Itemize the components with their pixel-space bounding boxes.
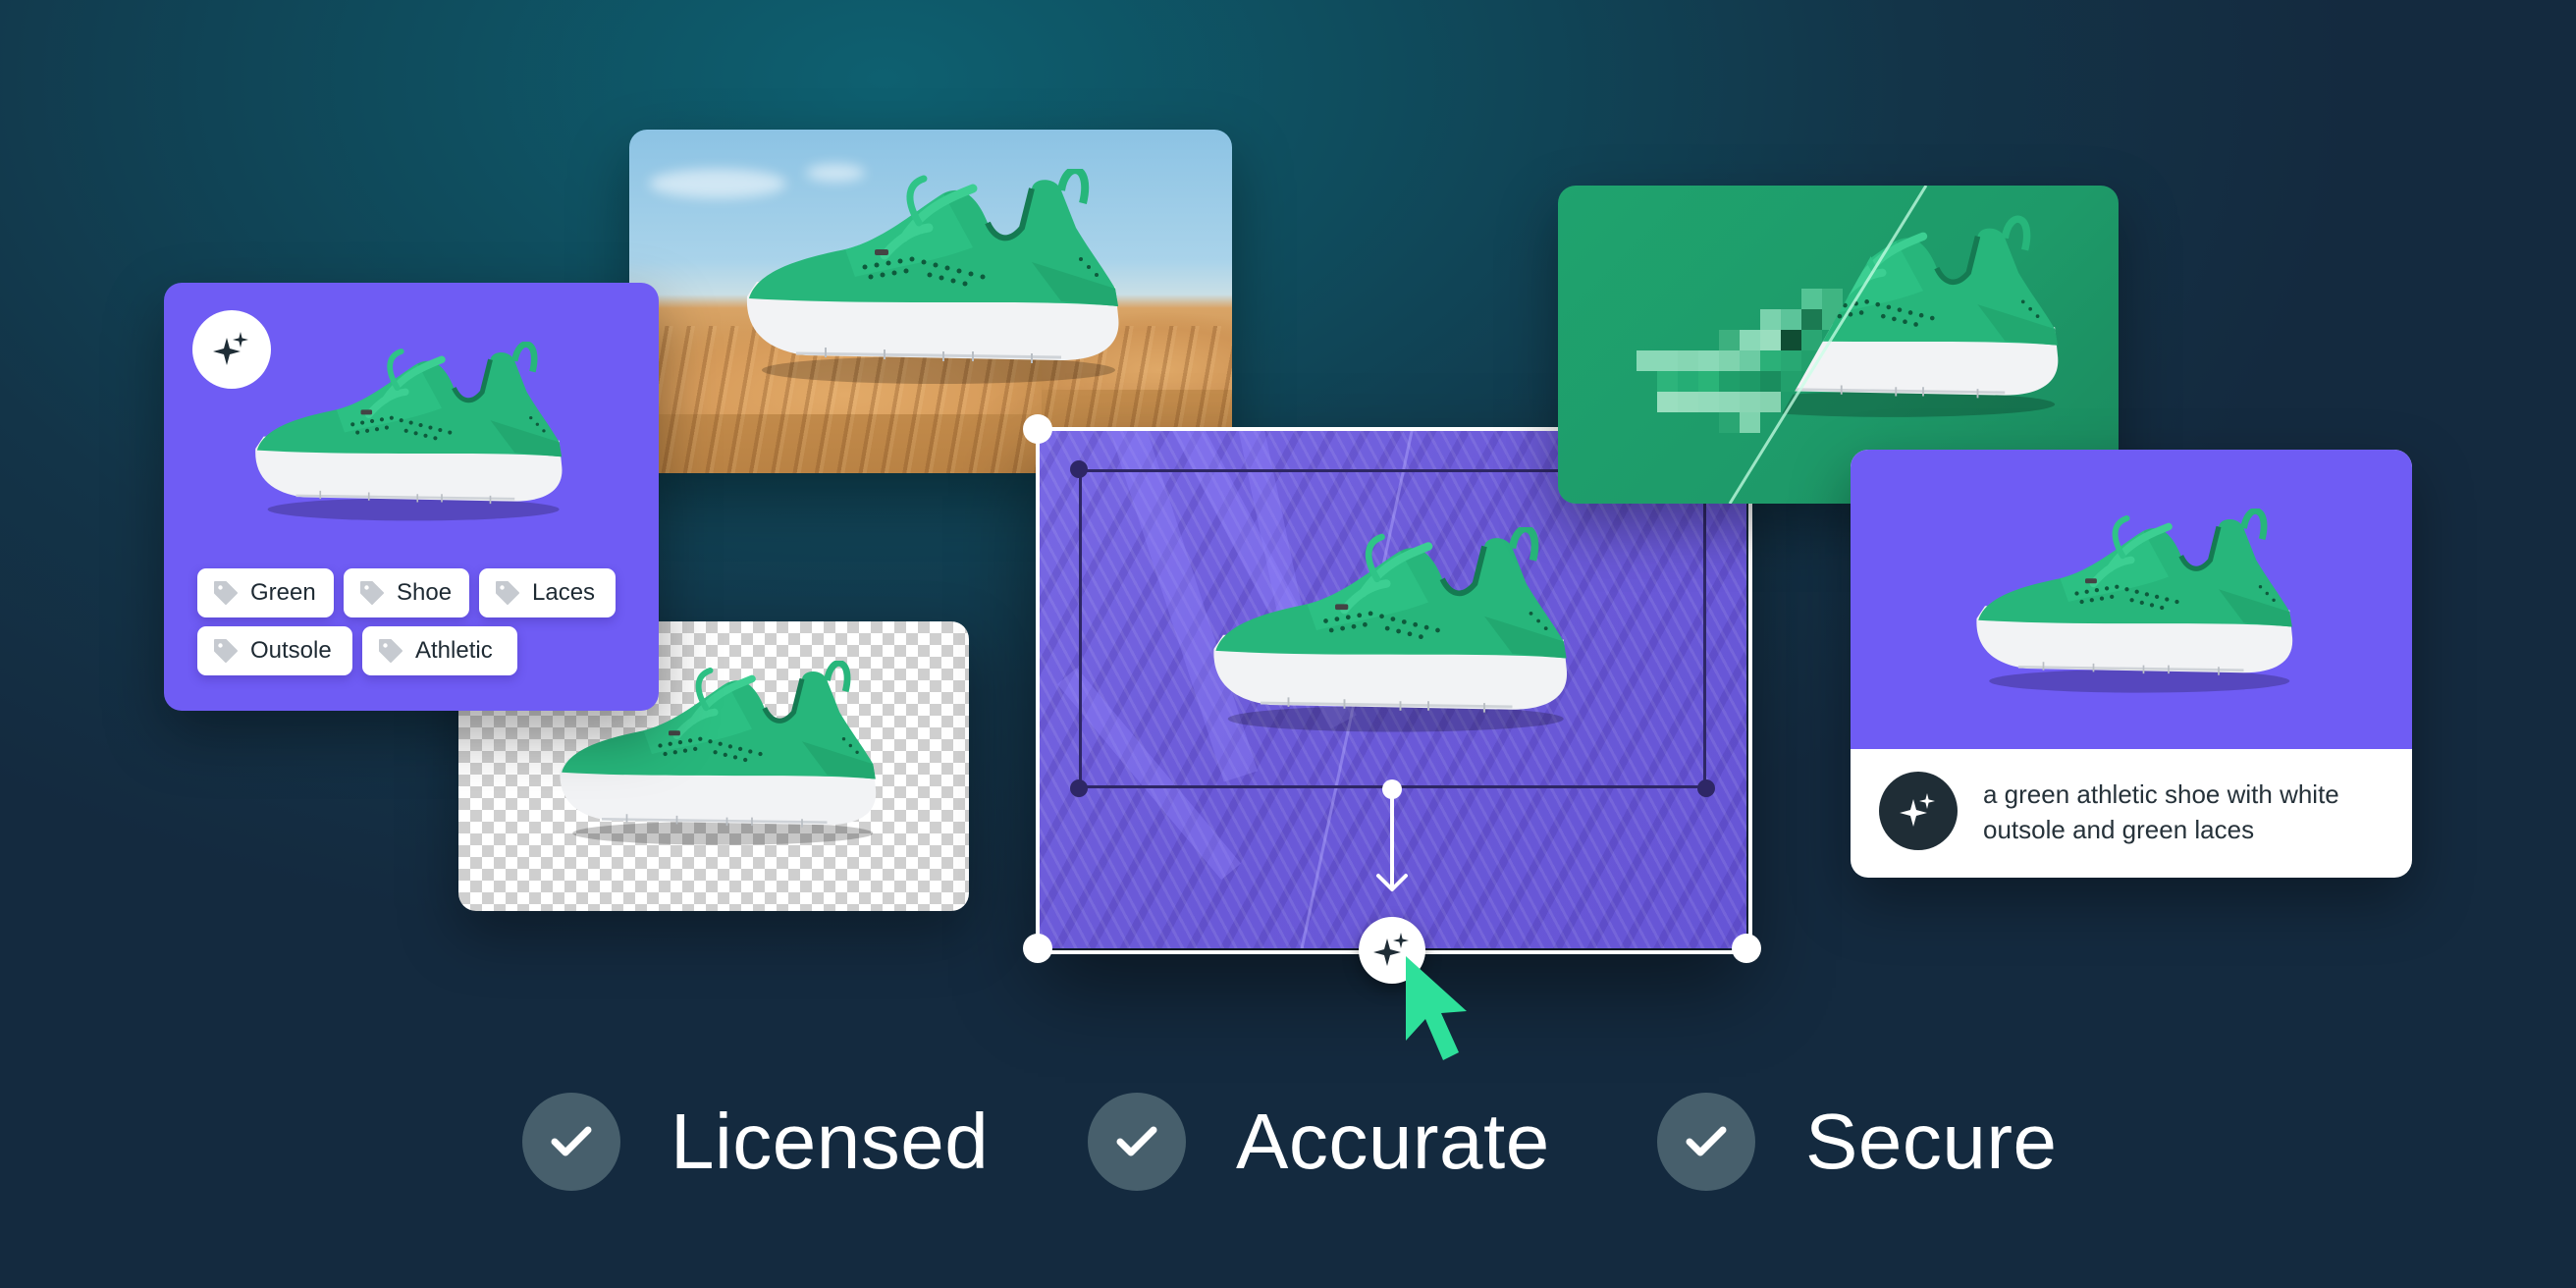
- tag-label: Athletic: [415, 637, 493, 664]
- caption-image-area: [1851, 450, 2412, 749]
- tag-icon: [378, 638, 403, 664]
- generated-caption: a green athletic shoe with white outsole…: [1983, 779, 2339, 844]
- sparkle-icon: [1879, 772, 1958, 850]
- check-icon: [1657, 1093, 1755, 1191]
- tag-icon: [213, 638, 239, 664]
- resize-handle-bottom-right[interactable]: [1732, 934, 1761, 963]
- tag-chip-green[interactable]: Green: [197, 568, 334, 617]
- check-icon: [522, 1093, 620, 1191]
- feature-label: Secure: [1805, 1098, 2058, 1185]
- tag-label: Outsole: [250, 637, 332, 664]
- tag-label: Shoe: [397, 579, 453, 606]
- resize-handle-bottom-left[interactable]: [1023, 934, 1052, 963]
- tag-chip-athletic[interactable]: Athletic: [362, 626, 517, 675]
- resize-handle-top-left[interactable]: [1023, 414, 1052, 444]
- feature-accurate: Accurate: [1088, 1093, 1550, 1191]
- arrow-down-icon: [1376, 795, 1408, 891]
- tag-icon: [495, 580, 520, 606]
- tag-label: Laces: [532, 579, 596, 606]
- tag-icon: [213, 580, 239, 606]
- crop-corner-handle[interactable]: [1697, 779, 1715, 797]
- auto-tag-card: Green Shoe Laces Outsole Athletic: [164, 283, 659, 711]
- shoe-image: [1968, 509, 2302, 695]
- tag-icon: [359, 580, 385, 606]
- feature-licensed: Licensed: [522, 1093, 989, 1191]
- feature-secure: Secure: [1657, 1093, 2057, 1191]
- feature-label: Accurate: [1236, 1098, 1550, 1185]
- shoe-image: [737, 169, 1130, 385]
- tag-chip-shoe[interactable]: Shoe: [344, 568, 469, 617]
- desert-scene-card[interactable]: [629, 130, 1232, 473]
- crop-corner-handle[interactable]: [1070, 460, 1088, 478]
- feature-label: Licensed: [671, 1098, 990, 1185]
- shoe-image: [247, 342, 571, 523]
- crop-corner-handle[interactable]: [1070, 779, 1088, 797]
- original-crop-frame: [1079, 469, 1706, 788]
- ai-caption-card: a green athletic shoe with white outsole…: [1851, 450, 2412, 878]
- check-icon: [1088, 1093, 1186, 1191]
- tag-chip-laces[interactable]: Laces: [479, 568, 616, 617]
- tag-label: Green: [250, 579, 316, 606]
- pointer-cursor-icon: [1406, 956, 1467, 1060]
- tag-chip-outsole[interactable]: Outsole: [197, 626, 352, 675]
